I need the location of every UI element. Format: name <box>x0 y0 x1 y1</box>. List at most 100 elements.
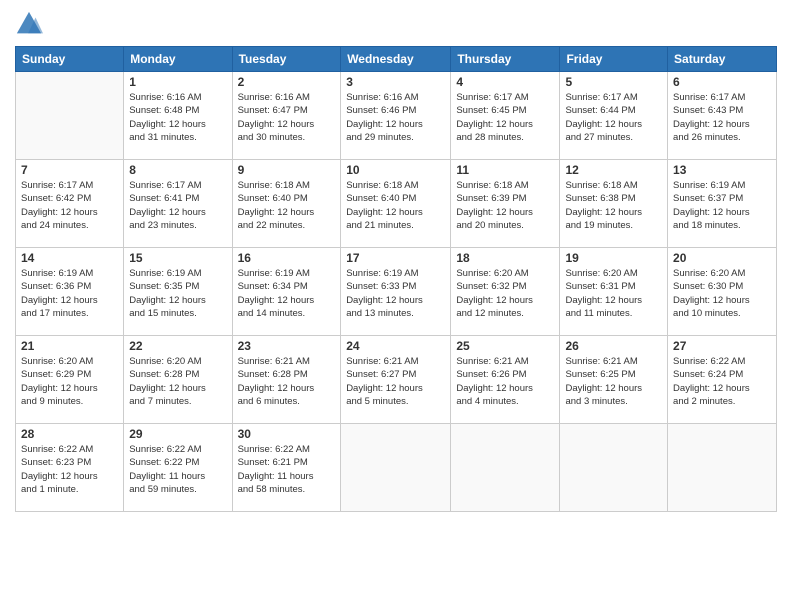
day-number: 30 <box>238 427 336 441</box>
calendar-cell: 18 Sunrise: 6:20 AM Sunset: 6:32 PM Dayli… <box>451 248 560 336</box>
calendar-cell: 13 Sunrise: 6:19 AM Sunset: 6:37 PM Dayli… <box>668 160 777 248</box>
calendar-cell: 1 Sunrise: 6:16 AM Sunset: 6:48 PM Daylig… <box>124 72 232 160</box>
logo-icon <box>15 10 43 38</box>
calendar-cell: 4 Sunrise: 6:17 AM Sunset: 6:45 PM Daylig… <box>451 72 560 160</box>
logo <box>15 10 47 38</box>
day-number: 5 <box>565 75 662 89</box>
day-info: Sunrise: 6:19 AM Sunset: 6:35 PM Dayligh… <box>129 267 226 320</box>
day-info: Sunrise: 6:19 AM Sunset: 6:36 PM Dayligh… <box>21 267 118 320</box>
day-info: Sunrise: 6:22 AM Sunset: 6:22 PM Dayligh… <box>129 443 226 496</box>
calendar-cell: 8 Sunrise: 6:17 AM Sunset: 6:41 PM Daylig… <box>124 160 232 248</box>
calendar-cell: 29 Sunrise: 6:22 AM Sunset: 6:22 PM Dayli… <box>124 424 232 512</box>
calendar-cell: 3 Sunrise: 6:16 AM Sunset: 6:46 PM Daylig… <box>341 72 451 160</box>
day-info: Sunrise: 6:18 AM Sunset: 6:40 PM Dayligh… <box>346 179 445 232</box>
calendar-week-row: 21 Sunrise: 6:20 AM Sunset: 6:29 PM Dayli… <box>16 336 777 424</box>
day-info: Sunrise: 6:20 AM Sunset: 6:31 PM Dayligh… <box>565 267 662 320</box>
day-number: 12 <box>565 163 662 177</box>
day-info: Sunrise: 6:22 AM Sunset: 6:24 PM Dayligh… <box>673 355 771 408</box>
calendar-cell <box>668 424 777 512</box>
calendar-cell: 10 Sunrise: 6:18 AM Sunset: 6:40 PM Dayli… <box>341 160 451 248</box>
day-number: 13 <box>673 163 771 177</box>
day-info: Sunrise: 6:16 AM Sunset: 6:46 PM Dayligh… <box>346 91 445 144</box>
day-info: Sunrise: 6:19 AM Sunset: 6:33 PM Dayligh… <box>346 267 445 320</box>
day-number: 16 <box>238 251 336 265</box>
calendar-cell: 15Sunrise: 6:19 AM Sunset: 6:35 PM Dayli… <box>124 248 232 336</box>
calendar-cell: 7 Sunrise: 6:17 AM Sunset: 6:42 PM Daylig… <box>16 160 124 248</box>
calendar-cell: 28 Sunrise: 6:22 AM Sunset: 6:23 PM Dayli… <box>16 424 124 512</box>
day-info: Sunrise: 6:17 AM Sunset: 6:43 PM Dayligh… <box>673 91 771 144</box>
day-info: Sunrise: 6:17 AM Sunset: 6:42 PM Dayligh… <box>21 179 118 232</box>
day-info: Sunrise: 6:19 AM Sunset: 6:34 PM Dayligh… <box>238 267 336 320</box>
day-number: 19 <box>565 251 662 265</box>
day-number: 1 <box>129 75 226 89</box>
calendar-cell: 21 Sunrise: 6:20 AM Sunset: 6:29 PM Dayli… <box>16 336 124 424</box>
calendar-cell: 19 Sunrise: 6:20 AM Sunset: 6:31 PM Dayli… <box>560 248 668 336</box>
calendar-cell: 9Sunrise: 6:18 AM Sunset: 6:40 PM Daylig… <box>232 160 341 248</box>
day-number: 17 <box>346 251 445 265</box>
calendar-header-monday: Monday <box>124 47 232 72</box>
day-number: 20 <box>673 251 771 265</box>
calendar-cell: 30 Sunrise: 6:22 AM Sunset: 6:21 PM Dayli… <box>232 424 341 512</box>
day-number: 26 <box>565 339 662 353</box>
calendar-cell: 14Sunrise: 6:19 AM Sunset: 6:36 PM Dayli… <box>16 248 124 336</box>
calendar-cell <box>341 424 451 512</box>
calendar-cell: 20 Sunrise: 6:20 AM Sunset: 6:30 PM Dayli… <box>668 248 777 336</box>
day-info: Sunrise: 6:16 AM Sunset: 6:48 PM Dayligh… <box>129 91 226 144</box>
day-number: 2 <box>238 75 336 89</box>
day-number: 7 <box>21 163 118 177</box>
day-number: 21 <box>21 339 118 353</box>
day-number: 29 <box>129 427 226 441</box>
calendar-header-sunday: Sunday <box>16 47 124 72</box>
day-number: 23 <box>238 339 336 353</box>
calendar-header-tuesday: Tuesday <box>232 47 341 72</box>
calendar-header-friday: Friday <box>560 47 668 72</box>
day-info: Sunrise: 6:21 AM Sunset: 6:28 PM Dayligh… <box>238 355 336 408</box>
calendar-header-wednesday: Wednesday <box>341 47 451 72</box>
day-info: Sunrise: 6:20 AM Sunset: 6:30 PM Dayligh… <box>673 267 771 320</box>
day-info: Sunrise: 6:22 AM Sunset: 6:21 PM Dayligh… <box>238 443 336 496</box>
calendar-header-thursday: Thursday <box>451 47 560 72</box>
day-info: Sunrise: 6:20 AM Sunset: 6:29 PM Dayligh… <box>21 355 118 408</box>
day-info: Sunrise: 6:18 AM Sunset: 6:38 PM Dayligh… <box>565 179 662 232</box>
day-info: Sunrise: 6:17 AM Sunset: 6:45 PM Dayligh… <box>456 91 554 144</box>
day-info: Sunrise: 6:17 AM Sunset: 6:41 PM Dayligh… <box>129 179 226 232</box>
day-number: 10 <box>346 163 445 177</box>
day-info: Sunrise: 6:21 AM Sunset: 6:26 PM Dayligh… <box>456 355 554 408</box>
day-number: 6 <box>673 75 771 89</box>
day-number: 8 <box>129 163 226 177</box>
header <box>15 10 777 38</box>
day-info: Sunrise: 6:21 AM Sunset: 6:25 PM Dayligh… <box>565 355 662 408</box>
calendar-week-row: 7 Sunrise: 6:17 AM Sunset: 6:42 PM Daylig… <box>16 160 777 248</box>
day-number: 9 <box>238 163 336 177</box>
day-info: Sunrise: 6:19 AM Sunset: 6:37 PM Dayligh… <box>673 179 771 232</box>
day-number: 18 <box>456 251 554 265</box>
calendar-cell: 26 Sunrise: 6:21 AM Sunset: 6:25 PM Dayli… <box>560 336 668 424</box>
calendar-header-row: SundayMondayTuesdayWednesdayThursdayFrid… <box>16 47 777 72</box>
calendar-cell: 11Sunrise: 6:18 AM Sunset: 6:39 PM Dayli… <box>451 160 560 248</box>
day-number: 25 <box>456 339 554 353</box>
day-info: Sunrise: 6:18 AM Sunset: 6:39 PM Dayligh… <box>456 179 554 232</box>
calendar-cell <box>16 72 124 160</box>
page: SundayMondayTuesdayWednesdayThursdayFrid… <box>0 0 792 612</box>
day-number: 27 <box>673 339 771 353</box>
calendar-cell: 12 Sunrise: 6:18 AM Sunset: 6:38 PM Dayli… <box>560 160 668 248</box>
calendar-cell: 6 Sunrise: 6:17 AM Sunset: 6:43 PM Daylig… <box>668 72 777 160</box>
calendar-header-saturday: Saturday <box>668 47 777 72</box>
calendar-cell: 22Sunrise: 6:20 AM Sunset: 6:28 PM Dayli… <box>124 336 232 424</box>
calendar-cell <box>451 424 560 512</box>
calendar-week-row: 28 Sunrise: 6:22 AM Sunset: 6:23 PM Dayli… <box>16 424 777 512</box>
day-info: Sunrise: 6:20 AM Sunset: 6:28 PM Dayligh… <box>129 355 226 408</box>
calendar-cell: 24Sunrise: 6:21 AM Sunset: 6:27 PM Dayli… <box>341 336 451 424</box>
calendar-cell: 5 Sunrise: 6:17 AM Sunset: 6:44 PM Daylig… <box>560 72 668 160</box>
day-info: Sunrise: 6:20 AM Sunset: 6:32 PM Dayligh… <box>456 267 554 320</box>
day-info: Sunrise: 6:17 AM Sunset: 6:44 PM Dayligh… <box>565 91 662 144</box>
day-number: 3 <box>346 75 445 89</box>
calendar-table: SundayMondayTuesdayWednesdayThursdayFrid… <box>15 46 777 512</box>
calendar-week-row: 1 Sunrise: 6:16 AM Sunset: 6:48 PM Daylig… <box>16 72 777 160</box>
calendar-cell <box>560 424 668 512</box>
day-number: 28 <box>21 427 118 441</box>
day-info: Sunrise: 6:22 AM Sunset: 6:23 PM Dayligh… <box>21 443 118 496</box>
calendar-cell: 16 Sunrise: 6:19 AM Sunset: 6:34 PM Dayli… <box>232 248 341 336</box>
day-info: Sunrise: 6:21 AM Sunset: 6:27 PM Dayligh… <box>346 355 445 408</box>
day-number: 4 <box>456 75 554 89</box>
